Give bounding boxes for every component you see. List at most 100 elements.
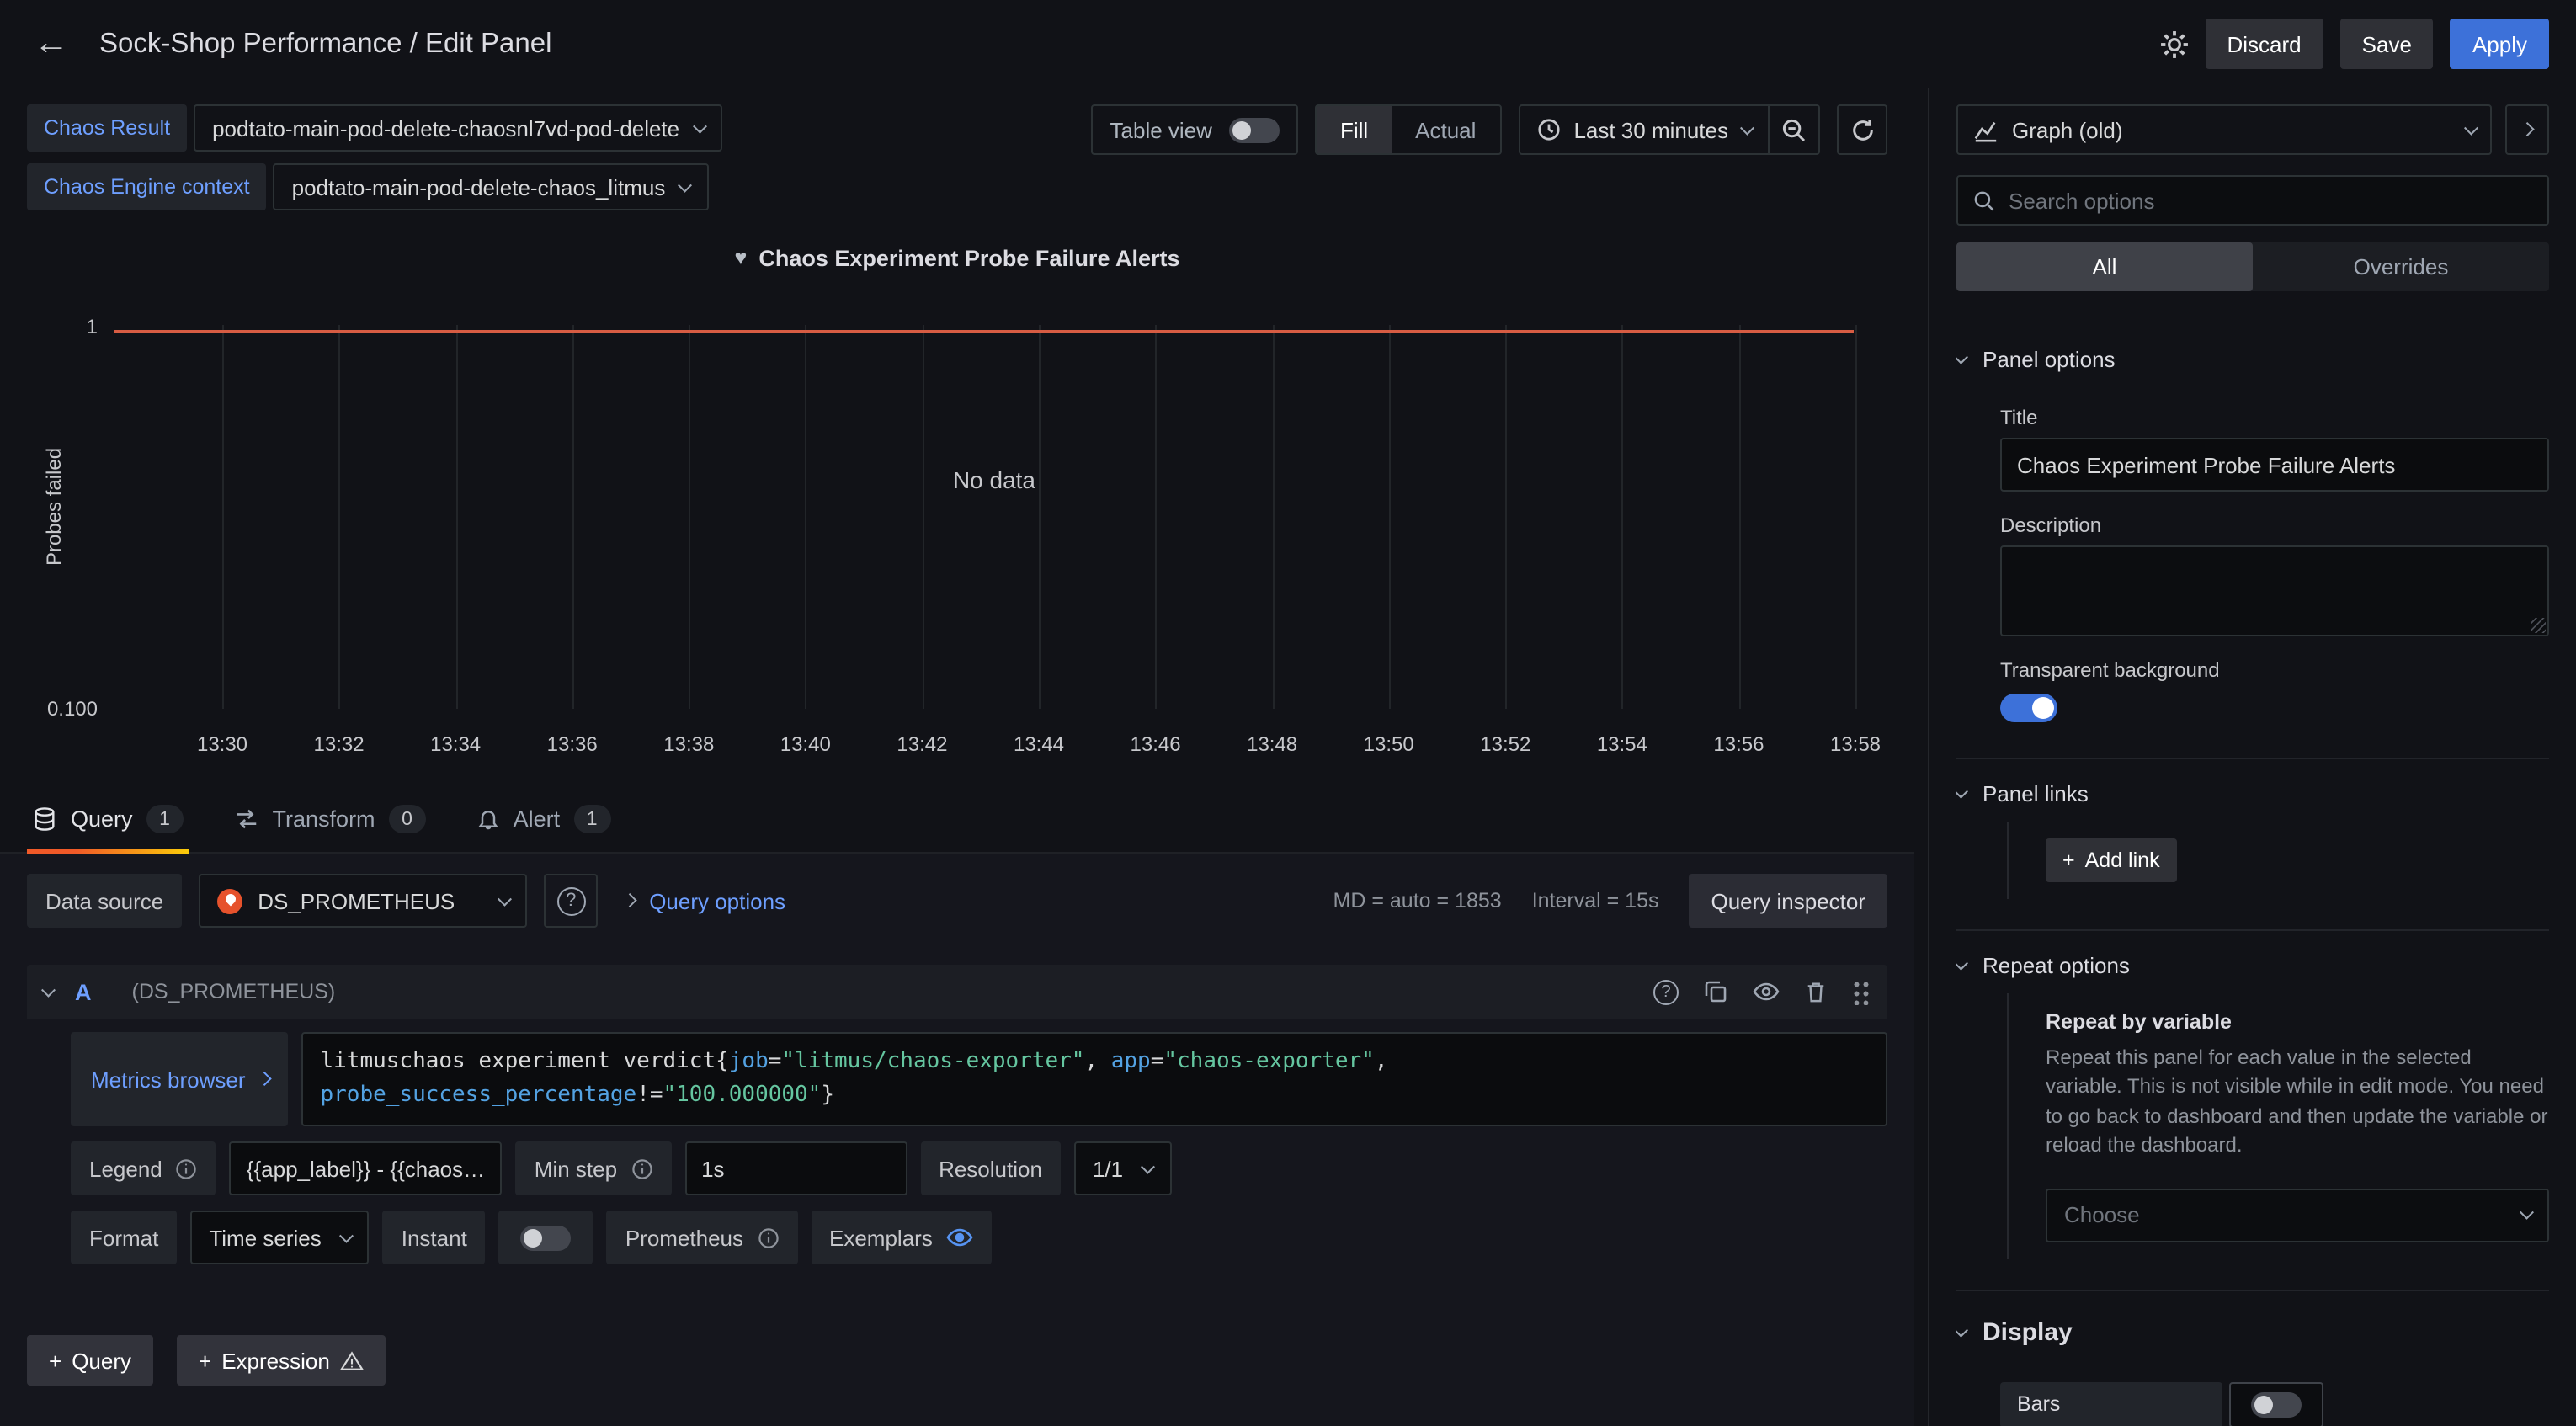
repeat-options-header[interactable]: Repeat options	[1956, 941, 2549, 990]
options-tab-overrides[interactable]: Overrides	[2253, 242, 2549, 291]
chevron-down-icon	[498, 891, 511, 905]
add-link-button[interactable]: + Add link	[2046, 838, 2177, 882]
prometheus-type-label: Prometheus	[625, 1226, 743, 1251]
dashboard-settings-button[interactable]	[2160, 29, 2189, 58]
panel-toolbar: Chaos Result podtato-main-pod-delete-cha…	[0, 88, 1914, 210]
add-query-button[interactable]: + Query	[27, 1336, 153, 1386]
visualization-picker[interactable]: Graph (old)	[1956, 104, 2492, 155]
promql-separator: ,	[1084, 1049, 1110, 1074]
x-tick-label: 13:42	[897, 732, 947, 756]
panel-header[interactable]: ♥ Chaos Experiment Probe Failure Alerts	[27, 241, 1887, 274]
datasource-picker[interactable]: DS_PROMETHEUS	[199, 874, 527, 928]
datasource-help-button[interactable]: ?	[544, 874, 598, 928]
promql-operator: =	[1151, 1049, 1164, 1074]
panel-links-header-label: Panel links	[1983, 781, 2089, 806]
query-help-icon[interactable]: ?	[1653, 979, 1679, 1004]
panel-options-fields: Title Description Transparent background	[2000, 406, 2549, 727]
variable-label: Chaos Result	[27, 104, 187, 152]
table-view-toggle[interactable]	[1229, 117, 1280, 142]
promql-operator: =	[769, 1049, 782, 1074]
bars-toggle[interactable]	[2251, 1391, 2302, 1417]
gridline	[1156, 325, 1158, 709]
query-options-row-2: Format Time series Instant	[71, 1211, 1887, 1265]
panel-links-header[interactable]: Panel links	[1956, 769, 2549, 818]
no-data-message: No data	[111, 467, 1877, 494]
tab-alert[interactable]: Alert 1	[471, 786, 616, 852]
x-tick-label: 13:38	[663, 732, 714, 756]
discard-button[interactable]: Discard	[2206, 19, 2323, 69]
repeat-variable-placeholder: Choose	[2064, 1202, 2140, 1227]
exemplars-eye-icon[interactable]	[946, 1228, 973, 1248]
add-link-label: Add link	[2085, 849, 2160, 872]
tab-transform[interactable]: Transform 0	[229, 786, 431, 852]
promql-brace: }	[821, 1083, 834, 1108]
apply-button[interactable]: Apply	[2451, 19, 2549, 69]
view-controls: Table view Fill Actual Last 30 minutes	[1092, 104, 1887, 155]
back-arrow-icon: ←	[34, 24, 69, 64]
legend-input[interactable]	[230, 1142, 503, 1196]
panel-options-header[interactable]: Panel options	[1956, 335, 2549, 384]
format-label-chip: Format	[71, 1211, 177, 1265]
add-query-label: Query	[72, 1349, 131, 1374]
panel-title-input[interactable]	[2000, 438, 2549, 492]
repeat-variable-select[interactable]: Choose	[2046, 1188, 2549, 1242]
zoom-out-button[interactable]	[1770, 104, 1820, 155]
resolution-label-chip: Resolution	[920, 1142, 1061, 1196]
format-select[interactable]: Time series	[190, 1211, 369, 1265]
instant-toggle[interactable]	[521, 1226, 572, 1251]
visualization-name: Graph (old)	[2012, 117, 2123, 142]
resize-handle[interactable]	[2531, 618, 2546, 633]
plot-area[interactable]: No data	[111, 325, 1877, 709]
gridline	[922, 325, 923, 709]
navbar-actions: Discard Save Apply	[2160, 19, 2550, 69]
min-step-input[interactable]	[684, 1142, 907, 1196]
tab-query[interactable]: Query 1	[27, 786, 189, 852]
y-axis-label: Probes failed	[42, 448, 66, 566]
tab-count-badge: 0	[389, 805, 426, 833]
promql-string: "litmus/chaos-exporter"	[781, 1049, 1084, 1074]
duplicate-icon[interactable]	[1704, 980, 1727, 1003]
query-inspector-button[interactable]: Query inspector	[1689, 874, 1887, 928]
display-section-header[interactable]: Display	[1956, 1301, 2549, 1358]
variable-value-dropdown[interactable]: podtato-main-pod-delete-chaosnl7vd-pod-d…	[194, 104, 722, 152]
save-button[interactable]: Save	[2340, 19, 2434, 69]
promql-operator: !=	[636, 1083, 663, 1108]
query-row-header[interactable]: A (DS_PROMETHEUS) ?	[27, 965, 1887, 1019]
panel-description-textarea[interactable]	[2000, 545, 2549, 636]
refresh-icon	[1850, 117, 1875, 142]
back-button[interactable]: ←	[27, 20, 76, 67]
resolution-select[interactable]: 1/1	[1074, 1142, 1171, 1196]
metrics-browser-button[interactable]: Metrics browser	[71, 1032, 289, 1127]
time-range-picker[interactable]: Last 30 minutes	[1518, 104, 1770, 155]
instant-label: Instant	[402, 1226, 467, 1251]
pane-splitter[interactable]	[1914, 88, 1928, 1426]
options-search-input[interactable]	[2009, 188, 2532, 213]
x-tick-label: 13:36	[547, 732, 598, 756]
add-expression-button[interactable]: + Expression	[177, 1336, 386, 1386]
promql-separator: ,	[1375, 1049, 1388, 1074]
query-ref-id: A	[75, 979, 92, 1004]
exemplars-chip: Exemplars	[811, 1211, 992, 1265]
transparent-background-toggle[interactable]	[2000, 694, 2057, 722]
chevron-down-icon	[1740, 120, 1754, 134]
query-options-toggle[interactable]: Query options	[625, 888, 785, 913]
drag-handle[interactable]	[1852, 979, 1871, 1004]
fill-button[interactable]: Fill	[1317, 106, 1392, 153]
zoom-out-icon	[1781, 117, 1807, 142]
refresh-button[interactable]	[1837, 104, 1887, 155]
graph-viz-icon	[1973, 117, 1999, 142]
min-step-label: Min step	[535, 1157, 617, 1182]
gridline	[1622, 325, 1624, 709]
variable-value-dropdown[interactable]: podtato-main-pod-delete-chaos_litmus	[274, 163, 709, 210]
options-tab-all[interactable]: All	[1956, 242, 2253, 291]
bars-toggle-box	[2229, 1381, 2323, 1426]
panel-links-body: + Add link	[2007, 822, 2549, 899]
toggle-visibility-eye-icon[interactable]	[1753, 982, 1780, 1002]
actual-button[interactable]: Actual	[1392, 106, 1499, 153]
promql-line-1: litmuschaos_experiment_verdict{job="litm…	[321, 1046, 1870, 1079]
chevron-down-icon	[679, 178, 692, 191]
delete-trash-icon[interactable]	[1805, 980, 1827, 1003]
toggle-viz-picker-button[interactable]	[2505, 104, 2549, 155]
promql-expression-input[interactable]: litmuschaos_experiment_verdict{job="litm…	[302, 1032, 1888, 1127]
gridline	[222, 325, 224, 709]
